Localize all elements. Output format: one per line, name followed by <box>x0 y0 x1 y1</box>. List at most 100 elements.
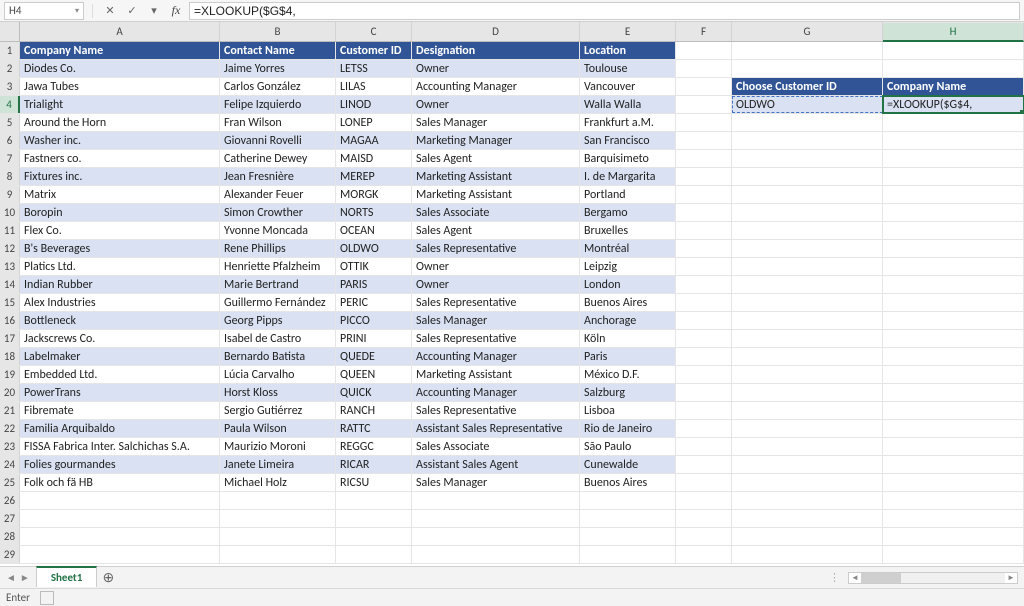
table-cell[interactable]: Marie Bertrand <box>220 276 336 293</box>
row-number[interactable]: 5 <box>0 114 20 131</box>
hscroll-thumb[interactable] <box>861 573 901 583</box>
empty-cell[interactable] <box>676 96 732 113</box>
row-number[interactable]: 10 <box>0 204 20 221</box>
row-number[interactable]: 9 <box>0 186 20 203</box>
empty-cell[interactable] <box>20 546 220 563</box>
empty-cell[interactable] <box>883 204 1024 221</box>
empty-cell[interactable] <box>732 456 883 473</box>
col-head-B[interactable]: B <box>220 22 336 41</box>
empty-cell[interactable] <box>732 186 883 203</box>
empty-cell[interactable] <box>883 492 1024 509</box>
table-cell[interactable]: Sales Representative <box>412 294 580 311</box>
table-header-cell[interactable]: Customer ID <box>336 42 412 59</box>
table-cell[interactable]: Isabel de Castro <box>220 330 336 347</box>
table-cell[interactable]: Paris <box>580 348 676 365</box>
table-cell[interactable]: Bergamo <box>580 204 676 221</box>
empty-cell[interactable] <box>580 510 676 527</box>
empty-cell[interactable] <box>676 222 732 239</box>
empty-cell[interactable] <box>676 132 732 149</box>
table-cell[interactable]: Portland <box>580 186 676 203</box>
empty-cell[interactable] <box>732 222 883 239</box>
empty-cell[interactable] <box>883 150 1024 167</box>
empty-cell[interactable] <box>412 492 580 509</box>
table-cell[interactable]: Maurizio Moroni <box>220 438 336 455</box>
empty-cell[interactable] <box>732 294 883 311</box>
table-cell[interactable]: Köln <box>580 330 676 347</box>
row-number[interactable]: 18 <box>0 348 20 365</box>
table-cell[interactable]: México D.F. <box>580 366 676 383</box>
table-cell[interactable]: Bernardo Batista <box>220 348 336 365</box>
empty-cell[interactable] <box>676 366 732 383</box>
hscroll-right-button[interactable]: ► <box>1005 573 1017 583</box>
empty-cell[interactable] <box>883 456 1024 473</box>
table-cell[interactable]: Bottleneck <box>20 312 220 329</box>
col-head-C[interactable]: C <box>336 22 412 41</box>
empty-cell[interactable] <box>732 204 883 221</box>
empty-cell[interactable] <box>676 78 732 95</box>
row-number[interactable]: 16 <box>0 312 20 329</box>
table-cell[interactable]: OTTIK <box>336 258 412 275</box>
table-cell[interactable]: Buenos Aires <box>580 294 676 311</box>
table-cell[interactable]: Leipzig <box>580 258 676 275</box>
table-cell[interactable]: Sales Manager <box>412 114 580 131</box>
empty-cell[interactable] <box>883 312 1024 329</box>
side-header-company[interactable]: Company Name <box>883 78 1024 95</box>
empty-cell[interactable] <box>883 114 1024 131</box>
empty-cell[interactable] <box>676 204 732 221</box>
empty-cell[interactable] <box>732 510 883 527</box>
empty-cell[interactable] <box>883 402 1024 419</box>
row-number[interactable]: 27 <box>0 510 20 527</box>
table-cell[interactable]: Marketing Assistant <box>412 168 580 185</box>
table-cell[interactable]: Sales Manager <box>412 312 580 329</box>
empty-cell[interactable] <box>676 114 732 131</box>
empty-cell[interactable] <box>676 474 732 491</box>
add-sheet-button[interactable]: ⊕ <box>97 567 119 588</box>
table-cell[interactable]: Marketing Assistant <box>412 186 580 203</box>
table-cell[interactable]: Assistant Sales Representative <box>412 420 580 437</box>
table-cell[interactable]: Janete Limeira <box>220 456 336 473</box>
empty-cell[interactable] <box>676 402 732 419</box>
table-cell[interactable]: Jackscrews Co. <box>20 330 220 347</box>
row-number[interactable]: 7 <box>0 150 20 167</box>
table-cell[interactable]: Jean Fresnière <box>220 168 336 185</box>
empty-cell[interactable] <box>20 510 220 527</box>
table-cell[interactable]: Lúcia Carvalho <box>220 366 336 383</box>
empty-cell[interactable] <box>220 528 336 545</box>
row-number[interactable]: 2 <box>0 60 20 77</box>
empty-cell[interactable] <box>732 60 883 77</box>
table-cell[interactable]: Fran Wilson <box>220 114 336 131</box>
empty-cell[interactable] <box>580 528 676 545</box>
row-number[interactable]: 13 <box>0 258 20 275</box>
empty-cell[interactable] <box>580 492 676 509</box>
empty-cell[interactable] <box>580 546 676 563</box>
hscroll-track[interactable] <box>861 573 1005 583</box>
table-cell[interactable]: Fastners co. <box>20 150 220 167</box>
fx-icon[interactable]: fx <box>167 2 185 20</box>
table-cell[interactable]: B's Beverages <box>20 240 220 257</box>
empty-cell[interactable] <box>732 42 883 59</box>
row-number[interactable]: 25 <box>0 474 20 491</box>
table-cell[interactable]: Toulouse <box>580 60 676 77</box>
empty-cell[interactable] <box>732 240 883 257</box>
row-number[interactable]: 6 <box>0 132 20 149</box>
table-cell[interactable]: Matrix <box>20 186 220 203</box>
empty-cell[interactable] <box>676 330 732 347</box>
table-cell[interactable]: Rio de Janeiro <box>580 420 676 437</box>
table-cell[interactable]: RANCH <box>336 402 412 419</box>
table-cell[interactable]: Felipe Izquierdo <box>220 96 336 113</box>
empty-cell[interactable] <box>732 168 883 185</box>
table-cell[interactable]: Barquisimeto <box>580 150 676 167</box>
empty-cell[interactable] <box>732 546 883 563</box>
table-cell[interactable]: MAGAA <box>336 132 412 149</box>
table-cell[interactable]: Lisboa <box>580 402 676 419</box>
empty-cell[interactable] <box>732 366 883 383</box>
row-number[interactable]: 26 <box>0 492 20 509</box>
empty-cell[interactable] <box>883 438 1024 455</box>
table-cell[interactable]: Montréal <box>580 240 676 257</box>
empty-cell[interactable] <box>676 348 732 365</box>
col-head-H[interactable]: H <box>883 23 1024 42</box>
empty-cell[interactable] <box>732 330 883 347</box>
table-cell[interactable]: Sales Representative <box>412 330 580 347</box>
empty-cell[interactable] <box>412 510 580 527</box>
empty-cell[interactable] <box>676 528 732 545</box>
